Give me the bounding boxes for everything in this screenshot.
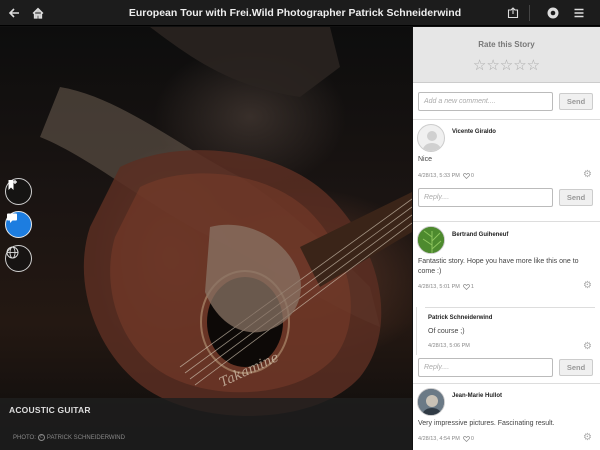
globe-button[interactable] (5, 245, 32, 272)
photo-credit-name: PATRICK SCHNEIDERWIND (46, 434, 125, 441)
like-count: 0 (470, 173, 474, 179)
like-count: 0 (470, 436, 474, 442)
comments-panel: Rate this Story ☆☆☆☆☆ Add a new comment.… (413, 27, 600, 450)
send-button[interactable]: Send (559, 93, 593, 110)
comment-timestamp: 4/28/13, 5:33 PM (418, 173, 460, 179)
avatar[interactable] (417, 388, 445, 416)
comment-text: Very impressive pictures. Fascinating re… (418, 420, 555, 427)
reply-indent-line (416, 307, 417, 355)
page-title: European Tour with Frei.Wild Photographe… (128, 7, 462, 19)
back-arrow-icon[interactable] (1, 0, 27, 26)
bookmark-add-icon (8, 180, 17, 190)
comments-icon (7, 213, 17, 223)
like-button[interactable]: 1 (463, 284, 474, 290)
comment-author[interactable]: Vicente Giraldo (452, 129, 496, 135)
copyright-icon: c (37, 434, 45, 441)
guitar-photo-illustration: Takamine (40, 27, 412, 416)
comments-button[interactable] (5, 211, 32, 238)
send-button[interactable]: Send (559, 189, 593, 206)
heart-icon (463, 173, 470, 179)
avatar[interactable] (417, 124, 445, 152)
bookmark-add-button[interactable] (5, 178, 32, 205)
profile-icon[interactable] (540, 0, 566, 26)
reply-author[interactable]: Patrick Schneiderwind (428, 315, 492, 321)
comment-text: Fantastic story. Hope you have more like… (418, 258, 579, 275)
home-icon[interactable] (25, 0, 51, 26)
story-photo[interactable]: Takamine ACOUSTIC GUITAR PHOTO: c PATRIC… (0, 27, 412, 450)
comment-meta: 4/28/13, 4:54 PM 0 (418, 436, 474, 442)
gear-icon[interactable]: ⚙ (583, 169, 592, 180)
reply-input[interactable]: Reply.... (418, 358, 553, 377)
reply-meta: 4/28/13, 5:06 PM (428, 343, 470, 349)
rate-title: Rate this Story (478, 40, 535, 49)
comment-author[interactable]: Bertrand Guiheneuf (452, 232, 508, 238)
divider (413, 119, 600, 120)
heart-icon (463, 284, 470, 290)
photo-caption-band: ACOUSTIC GUITAR PHOTO: c PATRICK SCHNEID… (0, 398, 412, 450)
comment-meta: 4/28/13, 5:33 PM 0 (418, 173, 474, 179)
send-button[interactable]: Send (559, 359, 593, 376)
reply-timestamp: 4/28/13, 5:06 PM (428, 343, 470, 349)
rate-section: Rate this Story ☆☆☆☆☆ (413, 27, 600, 83)
gear-icon[interactable]: ⚙ (583, 432, 592, 443)
like-button[interactable]: 0 (463, 173, 474, 179)
like-count: 1 (470, 284, 474, 290)
heart-icon (463, 436, 470, 442)
gear-icon[interactable]: ⚙ (583, 280, 592, 291)
comment-text: Nice (418, 156, 433, 163)
comment-author[interactable]: Jean-Marie Hullot (452, 393, 502, 399)
reply-row: Reply.... Send (418, 188, 593, 207)
comment-timestamp: 4/28/13, 4:54 PM (418, 436, 460, 442)
gear-icon[interactable]: ⚙ (583, 341, 592, 352)
default-avatar-icon (422, 131, 442, 151)
share-icon[interactable] (500, 0, 526, 26)
divider (425, 307, 595, 308)
menu-icon[interactable] (566, 0, 592, 26)
divider (413, 383, 600, 384)
avatar[interactable] (417, 226, 445, 254)
new-comment-row: Add a new comment.... Send (418, 92, 593, 111)
like-button[interactable]: 0 (463, 436, 474, 442)
top-bar: European Tour with Frei.Wild Photographe… (0, 0, 600, 26)
toolbar-divider (529, 5, 530, 21)
reply-text: Of course ;) (428, 328, 465, 335)
globe-icon (6, 246, 19, 259)
reply-row: Reply.... Send (418, 358, 593, 377)
photo-avatar-icon (418, 389, 444, 415)
leaf-avatar-icon (418, 227, 444, 253)
photo-credit: PHOTO: c PATRICK SCHNEIDERWIND (13, 434, 125, 441)
photo-credit-label: PHOTO: (13, 434, 36, 441)
new-comment-input[interactable]: Add a new comment.... (418, 92, 553, 111)
divider (413, 221, 600, 222)
star-rating[interactable]: ☆☆☆☆☆ (413, 56, 600, 74)
comment-timestamp: 4/28/13, 5:01 PM (418, 284, 460, 290)
comment-meta: 4/28/13, 5:01 PM 1 (418, 284, 474, 290)
photo-caption-title: ACOUSTIC GUITAR (9, 405, 91, 415)
reply-input[interactable]: Reply.... (418, 188, 553, 207)
